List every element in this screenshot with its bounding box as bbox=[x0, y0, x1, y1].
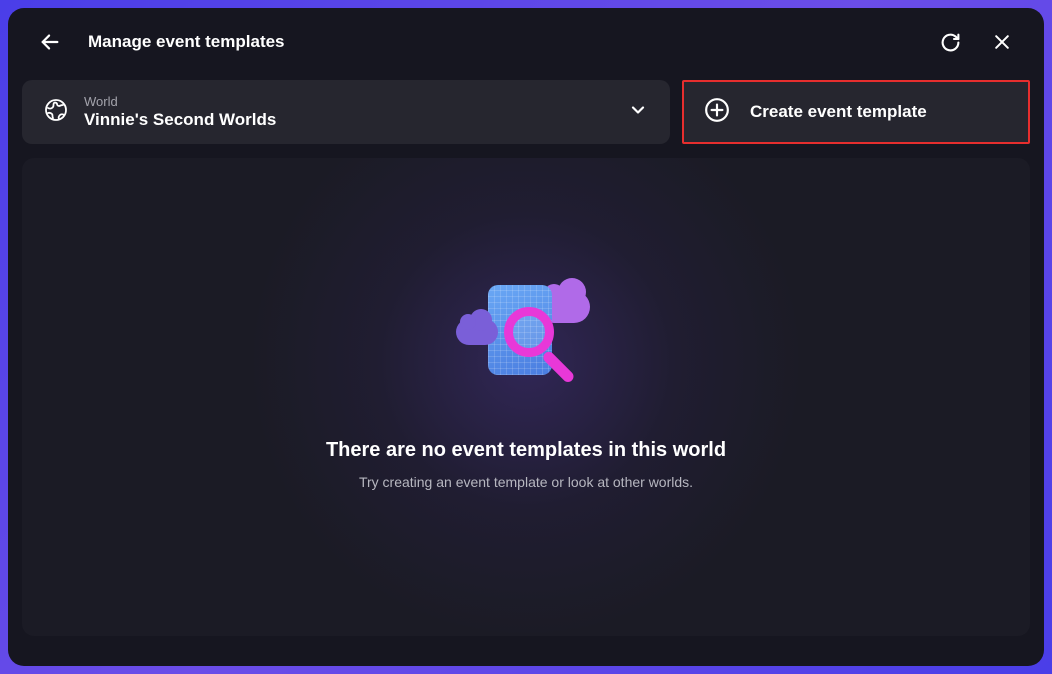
close-button[interactable] bbox=[986, 26, 1018, 58]
globe-icon bbox=[44, 98, 68, 127]
back-button[interactable] bbox=[34, 26, 66, 58]
refresh-button[interactable] bbox=[934, 26, 966, 58]
page-title: Manage event templates bbox=[88, 32, 285, 52]
window-header: Manage event templates bbox=[8, 8, 1044, 76]
refresh-icon bbox=[940, 32, 961, 53]
empty-state-subtitle: Try creating an event template or look a… bbox=[359, 474, 693, 490]
world-selector-value: Vinnie's Second Worlds bbox=[84, 110, 628, 130]
cloud-icon bbox=[456, 319, 498, 345]
chevron-down-icon bbox=[628, 100, 648, 125]
empty-state-illustration bbox=[446, 285, 606, 405]
world-selector[interactable]: World Vinnie's Second Worlds bbox=[22, 80, 670, 144]
empty-state-title: There are no event templates in this wor… bbox=[326, 439, 726, 462]
manage-templates-window: Manage event templates bbox=[8, 8, 1044, 666]
world-selector-text: World Vinnie's Second Worlds bbox=[84, 94, 628, 130]
magnifier-icon bbox=[504, 307, 554, 357]
plus-circle-icon bbox=[704, 97, 730, 128]
arrow-left-icon bbox=[39, 31, 61, 53]
world-selector-label: World bbox=[84, 94, 628, 109]
create-event-template-button[interactable]: Create event template bbox=[682, 80, 1030, 144]
content-area: There are no event templates in this wor… bbox=[22, 158, 1030, 636]
close-icon bbox=[992, 32, 1012, 52]
create-button-label: Create event template bbox=[750, 102, 927, 122]
toolbar: World Vinnie's Second Worlds Create even… bbox=[8, 80, 1044, 144]
